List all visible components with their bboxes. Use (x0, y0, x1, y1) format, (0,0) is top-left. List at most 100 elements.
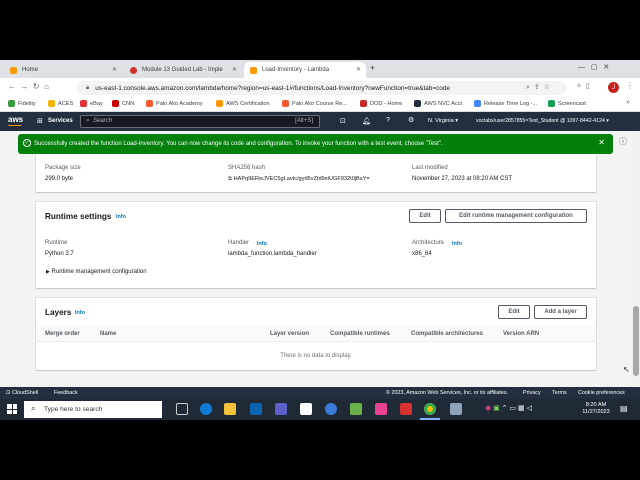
copy-icon[interactable]: ⧉ (228, 176, 232, 182)
bookmark-cnn[interactable]: CNN (112, 100, 134, 107)
home-icon[interactable]: ⌂ (44, 82, 49, 91)
col-version-arn[interactable]: Version ARN (503, 331, 539, 337)
layers-edit-button[interactable]: Edit (498, 305, 530, 319)
layers-panel: Layers Info Edit Add a layer Merge order… (36, 298, 596, 370)
handler-info-link[interactable]: Info (257, 241, 267, 247)
runtime-info-link[interactable]: Info (116, 214, 126, 220)
aws-search-input[interactable]: ⌕ Search [Alt+S] (80, 115, 320, 128)
account-menu[interactable]: voclabs/user2857855=Test_Student @ 1097-… (476, 118, 609, 124)
dismiss-close-icon[interactable]: ✕ (598, 138, 605, 147)
terms-link[interactable]: Terms (552, 390, 567, 396)
new-tab-button[interactable]: + (370, 63, 375, 73)
cookie-preferences-link[interactable]: Cookie preferences (578, 390, 625, 396)
outlook-icon[interactable] (250, 403, 262, 415)
task-view-icon[interactable] (176, 403, 188, 415)
col-merge-order[interactable]: Merge order (45, 331, 80, 337)
add-layer-button[interactable]: Add a layer (534, 305, 587, 319)
cloudshell-link[interactable]: ⊡ CloudShell (6, 390, 38, 396)
battery-icon[interactable]: ▭ (509, 405, 516, 412)
notifications-icon[interactable]: 🔔︎ (362, 117, 371, 125)
extensions-icon[interactable]: ✧ (576, 83, 582, 90)
windows-start-icon[interactable] (7, 404, 17, 414)
col-layer-version[interactable]: Layer version (270, 331, 309, 337)
edit-runtime-management-button[interactable]: Edit runtime management configuration (445, 209, 587, 223)
bookmark-aws-nvc[interactable]: AWS NVC Acct (414, 100, 462, 107)
help-icon[interactable]: ? (386, 117, 390, 124)
bookmark-fidelity[interactable]: Fidelity (8, 100, 36, 107)
photos-icon[interactable] (375, 403, 387, 415)
chevron-up-icon[interactable]: ⌃ (502, 405, 508, 412)
bookmark-star-icon[interactable]: ☆ (544, 84, 550, 91)
bookmark-icon (414, 100, 421, 107)
col-name[interactable]: Name (100, 331, 116, 337)
close-icon[interactable]: ✕ (112, 66, 117, 73)
runtime-edit-button[interactable]: Edit (409, 209, 441, 223)
settings-gear-icon[interactable]: ⚙ (408, 116, 414, 124)
tray-app-icon[interactable]: ▣ (493, 405, 500, 412)
network-icon[interactable]: ▦ (518, 405, 525, 412)
edge-icon[interactable] (200, 403, 212, 415)
region-selector[interactable]: N. Virginia ▾ (428, 118, 458, 124)
acrobat-icon[interactable] (400, 403, 412, 415)
share-icon[interactable]: ⇪ (534, 84, 540, 91)
bookmark-dod-home[interactable]: DOD - Home (360, 100, 402, 107)
tab-module-13[interactable]: Module 13 Guided Lab - Imple ✕ (124, 62, 242, 78)
app-icon[interactable] (450, 403, 462, 415)
taskbar-search-input[interactable]: ⌕ Type here to search (24, 401, 162, 418)
url-field[interactable]: 🔒︎ us-east-1.console.aws.amazon.com/lamb… (76, 81, 566, 95)
maximize-icon[interactable]: ▢ (591, 64, 598, 71)
bookmark-release-time-log[interactable]: Release Time Log -... (474, 100, 537, 107)
architecture-info-link[interactable]: Info (452, 241, 462, 247)
file-explorer-icon[interactable] (224, 403, 236, 415)
runtime-management-expander[interactable]: ▶ Runtime management configuration (46, 269, 147, 275)
minimize-icon[interactable]: — (578, 64, 585, 71)
bookmark-icon (216, 100, 223, 107)
snipping-tool-icon[interactable] (350, 403, 362, 415)
code-properties-panel: Package size 299.0 byte SHA256 hash ⧉ HA… (36, 154, 596, 192)
info-panel-icon[interactable]: ⓘ (619, 136, 627, 147)
calendar-icon[interactable] (300, 403, 312, 415)
chrome-menu-icon[interactable]: ⋮ (626, 81, 634, 90)
zoom-icon[interactable]: ⌕ (526, 84, 530, 91)
bookmark-palo-alto-academy[interactable]: Palo Alto Academy (146, 100, 203, 107)
zoom-app-icon[interactable] (325, 403, 337, 415)
col-compatible-architectures[interactable]: Compatible architectures (411, 331, 483, 337)
bookmark-aces[interactable]: ACES (48, 100, 73, 107)
chrome-icon[interactable] (424, 403, 436, 415)
reload-icon[interactable]: ↻ (33, 82, 40, 91)
bookmark-palo-alto-course[interactable]: Palo Alto Course Re... (282, 100, 347, 107)
close-window-icon[interactable]: ✕ (603, 64, 609, 71)
bookmark-aws-certification[interactable]: AWS Certification (216, 100, 270, 107)
scrollbar-thumb[interactable] (633, 306, 639, 376)
services-grid-icon[interactable]: ⊞ (37, 117, 43, 125)
cloudshell-icon[interactable]: ⊡ (340, 117, 346, 125)
services-menu[interactable]: Services (48, 118, 73, 124)
col-compatible-runtimes[interactable]: Compatible runtimes (330, 331, 390, 337)
bookmark-label: DOD - Home (370, 100, 403, 107)
privacy-link[interactable]: Privacy (523, 390, 541, 396)
search-shortcut: [Alt+S] (295, 118, 313, 124)
layers-info-link[interactable]: Info (75, 310, 85, 316)
sidebar-icon[interactable]: ▯ (586, 83, 590, 90)
clock[interactable]: 8:20 AM 11/27/2023 (580, 402, 612, 416)
teams-icon[interactable] (275, 403, 287, 415)
tab-load-inventory[interactable]: Load-Inventory - Lambda ✕ (244, 62, 366, 78)
last-modified-label: Last modified (412, 165, 448, 171)
url-text: us-east-1.console.aws.amazon.com/lambda/… (95, 84, 450, 92)
aws-logo[interactable]: aws (8, 115, 23, 124)
close-icon[interactable]: ✕ (356, 66, 361, 73)
profile-avatar[interactable]: J (608, 82, 619, 93)
close-icon[interactable]: ✕ (232, 66, 237, 73)
tab-home[interactable]: Home ✕ (4, 62, 122, 78)
back-icon[interactable]: ← (8, 82, 16, 91)
feedback-link[interactable]: Feedback (54, 390, 78, 396)
bookmarks-overflow-icon[interactable]: » (626, 99, 630, 106)
bookmark-screencast[interactable]: Screencast (548, 100, 586, 107)
active-app-indicator (420, 418, 440, 420)
forward-icon[interactable]: → (20, 82, 28, 91)
tray-app-icon[interactable]: ◉ (485, 405, 491, 412)
notification-center-icon[interactable]: ▤ (620, 404, 628, 413)
bookmark-label: Palo Alto Academy (156, 100, 203, 107)
bookmark-ebay[interactable]: eBay (80, 100, 103, 107)
volume-icon[interactable]: ◁ (527, 405, 532, 412)
